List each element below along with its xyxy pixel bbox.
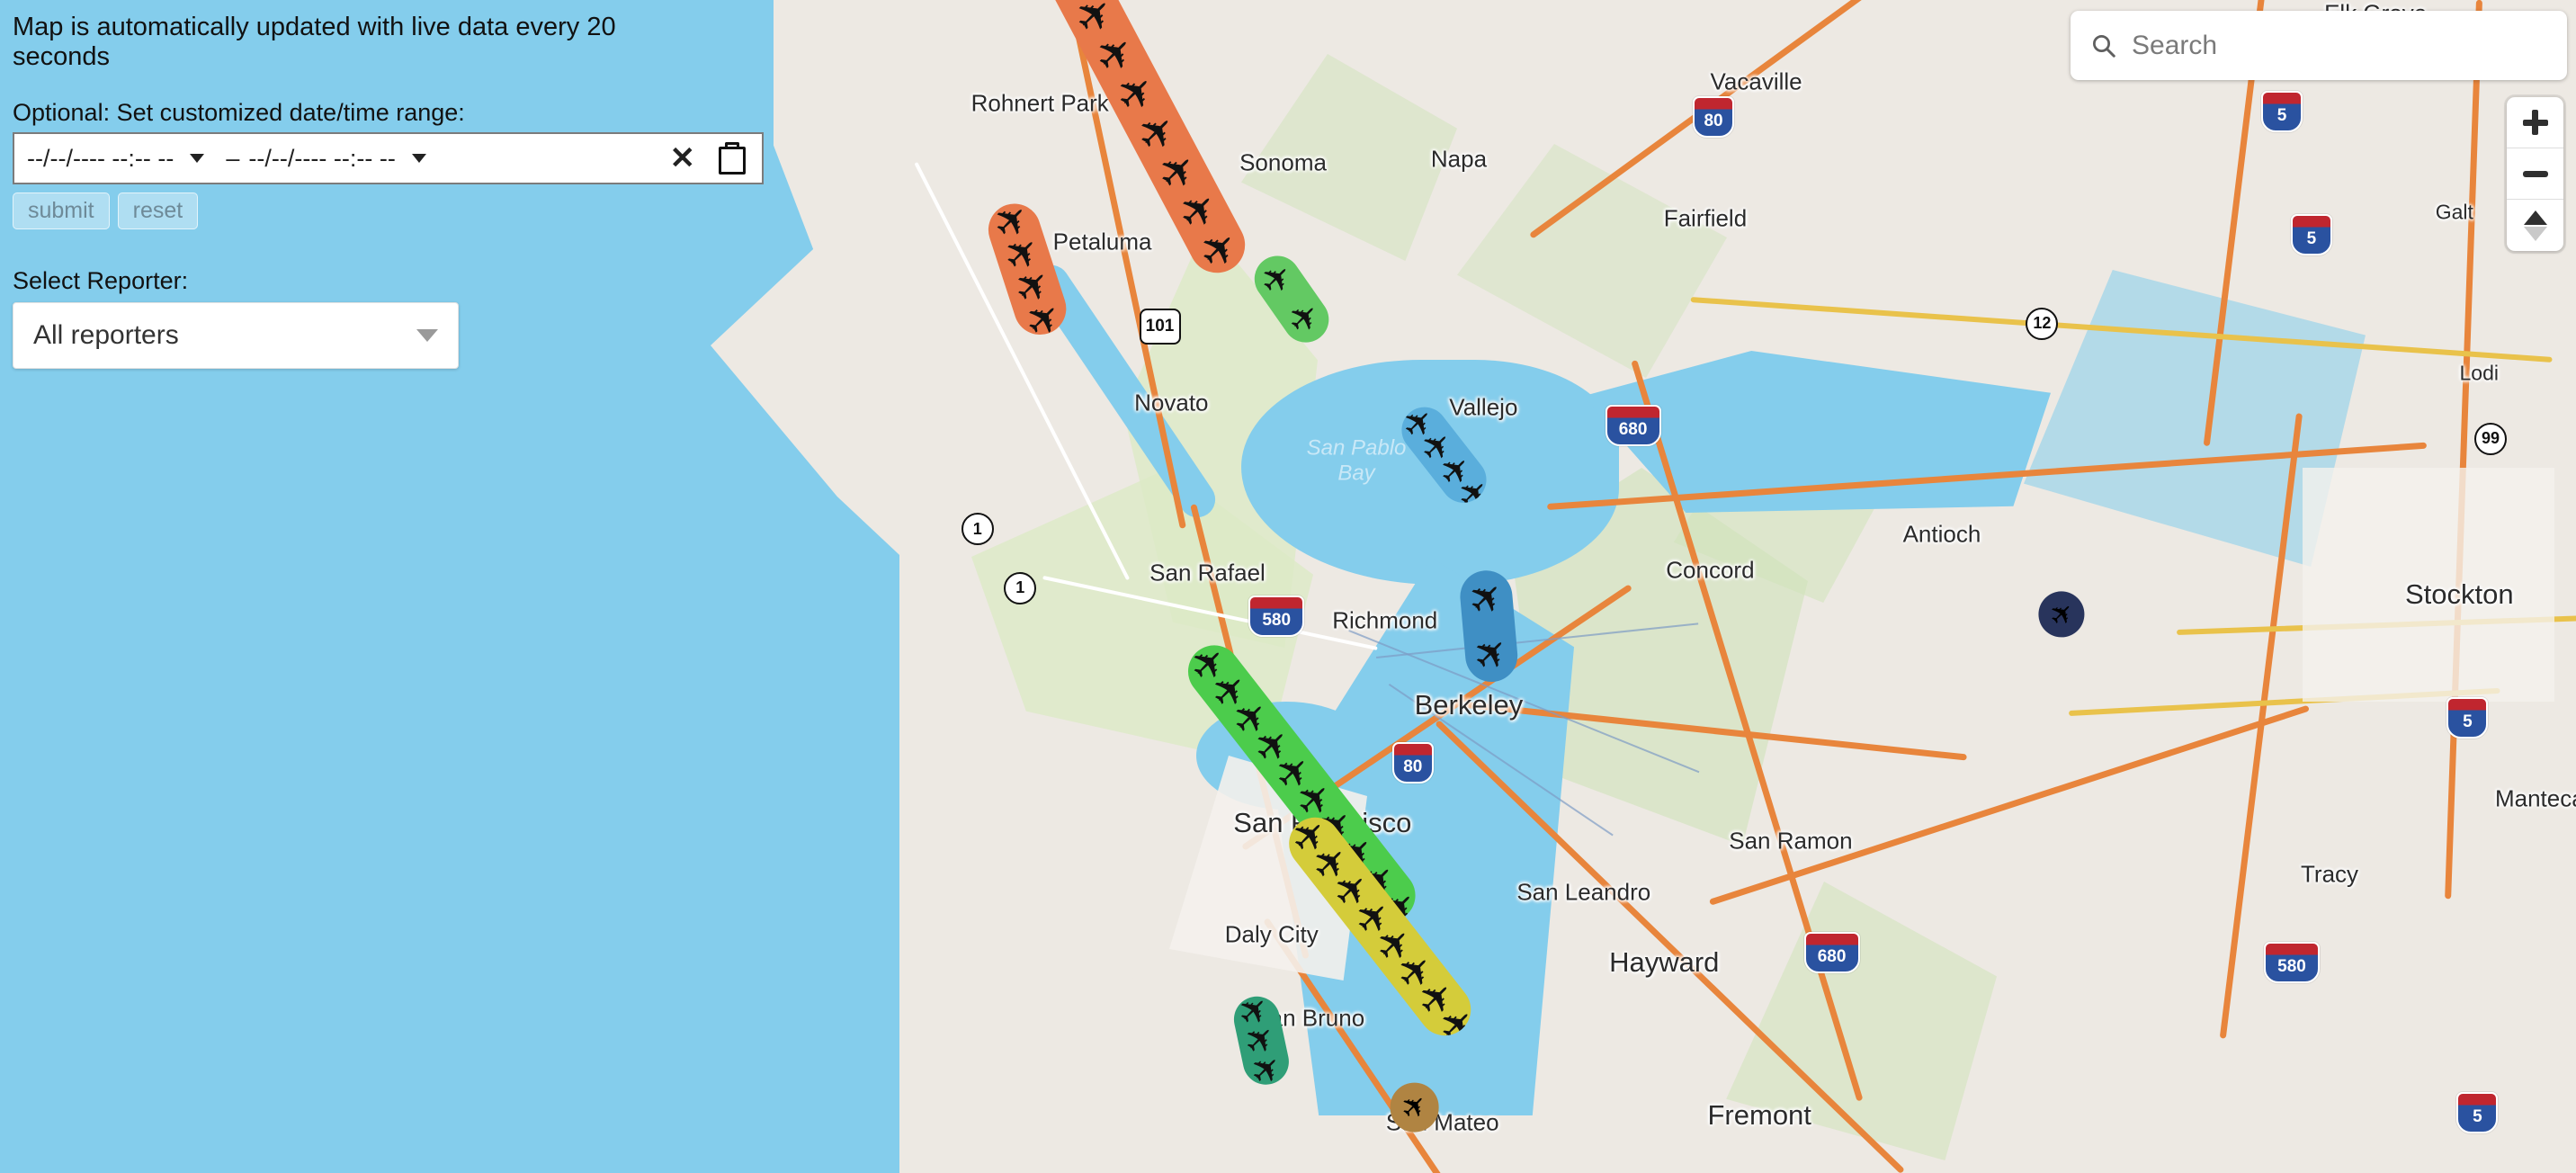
airplane-icon: ✈: [2041, 594, 2082, 634]
minus-icon: [2522, 170, 2548, 177]
range-separator: –: [226, 144, 240, 172]
highway-shield-5: 5: [2290, 214, 2332, 256]
submit-button[interactable]: submit: [13, 193, 110, 229]
clear-icon[interactable]: ✕: [670, 140, 696, 176]
airplane-icon: ✈: [1393, 1086, 1436, 1129]
search-box[interactable]: Search: [2071, 11, 2567, 80]
reporter-select[interactable]: All reporters: [13, 302, 459, 369]
zoom-in-button[interactable]: [2507, 97, 2563, 148]
airplane-icon: ✈: [1457, 569, 1515, 627]
triangle-down-icon: [2523, 226, 2547, 241]
date-range-buttons: submit reset: [13, 193, 702, 229]
chevron-down-icon-start[interactable]: [190, 154, 205, 163]
highway-shield-12: 12: [2026, 307, 2059, 340]
date-range-label: Optional: Set customized date/time range…: [13, 99, 465, 126]
highway-shield-580: 580: [2264, 942, 2320, 984]
reporter-label: Select Reporter:: [13, 267, 189, 294]
pitch-compass-button[interactable]: [2507, 200, 2563, 251]
airplane-icon: ✈: [1252, 254, 1302, 304]
highway-shield-1: 1: [961, 513, 994, 546]
highway-shield-5: 5: [2456, 1091, 2499, 1133]
calendar-icon[interactable]: [719, 142, 746, 175]
flight-marker-navy-stockton[interactable]: ✈: [2038, 591, 2085, 638]
search-icon: [2093, 34, 2115, 58]
chevron-down-icon-end[interactable]: [411, 154, 426, 163]
date-end-value[interactable]: --/--/---- --:-- --: [248, 145, 395, 173]
highway-shield-1: 1: [1004, 571, 1037, 604]
highway-shield-680: 680: [1803, 932, 1860, 974]
airplane-icon: ✈: [1279, 293, 1329, 343]
calendar-icon-body: [719, 147, 746, 175]
urban-area-stockton: [2303, 468, 2554, 702]
reporter-selected-value: All reporters: [33, 320, 179, 350]
flight-marker-brown-sanmateo[interactable]: ✈: [1390, 1082, 1440, 1133]
highway-shield-99: 99: [2474, 422, 2508, 455]
zoom-out-button[interactable]: [2507, 148, 2563, 200]
control-panel: Map is automatically updated with live d…: [0, 0, 764, 369]
search-input[interactable]: Search: [2132, 31, 2217, 61]
plus-icon-vertical: [2532, 110, 2538, 135]
map-zoom-controls[interactable]: [2507, 97, 2563, 251]
chevron-down-icon-reporter: [416, 329, 438, 342]
airplane-icon: ✈: [1462, 625, 1519, 683]
date-range-input[interactable]: --/--/---- --:-- -- – --/--/---- --:-- -…: [13, 132, 764, 184]
highway-shield-80: 80: [1391, 741, 1434, 783]
highway-shield-5: 5: [2446, 697, 2489, 739]
date-start-value[interactable]: --/--/---- --:-- --: [27, 145, 174, 173]
reset-button[interactable]: reset: [117, 193, 199, 229]
live-update-notice: Map is automatically updated with live d…: [13, 13, 616, 71]
highway-shield-101: 101: [1139, 309, 1181, 345]
highway-shield-680: 680: [1605, 405, 1661, 447]
highway-shield-5: 5: [2261, 91, 2303, 133]
highway-shield-580: 580: [1248, 595, 1305, 637]
triangle-up-icon: [2523, 210, 2547, 225]
highway-shield-80: 80: [1693, 95, 1735, 138]
map-application: San Pablo Bay Rohnert Park Sonoma Napa Vaca…: [0, 0, 2576, 1173]
